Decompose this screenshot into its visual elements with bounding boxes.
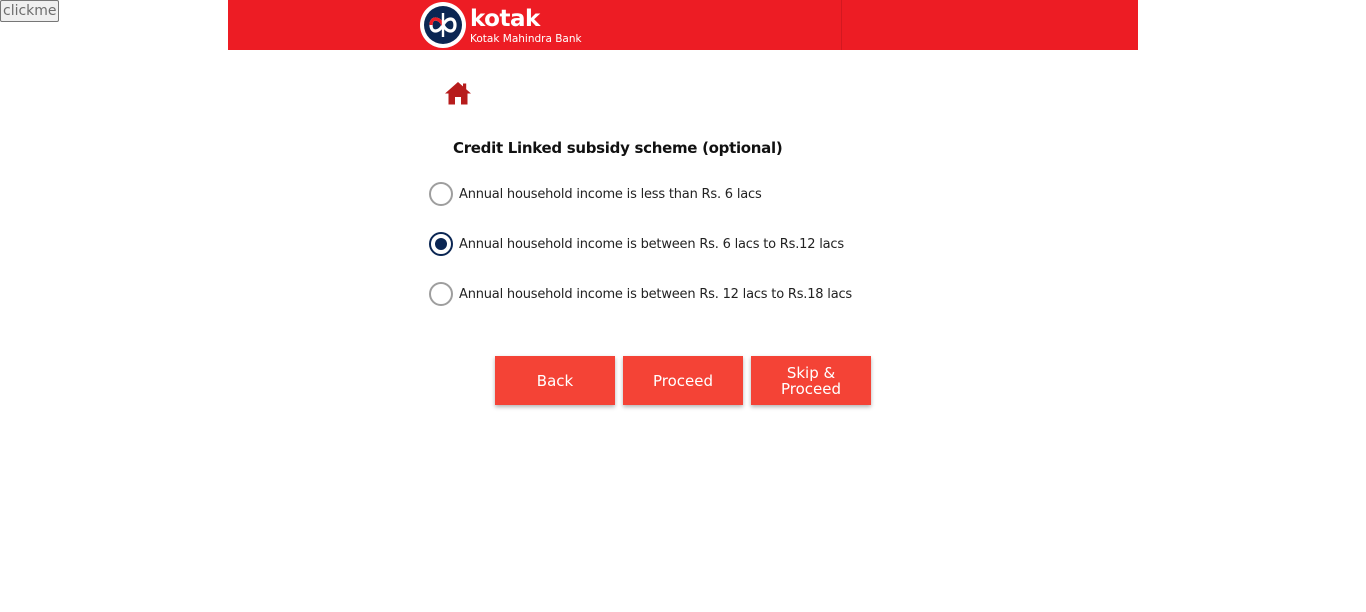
option-label: Annual household income is less than Rs.… <box>459 186 762 202</box>
income-option-6-to-12[interactable]: Annual household income is between Rs. 6… <box>429 232 844 256</box>
logo-subtitle: Kotak Mahindra Bank <box>470 32 582 45</box>
income-option-12-to-18[interactable]: Annual household income is between Rs. 1… <box>429 282 852 306</box>
skip-and-proceed-button[interactable]: Skip & Proceed <box>751 356 871 405</box>
radio-6-to-12[interactable] <box>429 232 453 256</box>
back-button[interactable]: Back <box>495 356 615 405</box>
header-bar <box>228 0 1138 50</box>
proceed-button[interactable]: Proceed <box>623 356 743 405</box>
logo-word: kotak <box>470 5 540 32</box>
skip-label-line2: Proceed <box>780 379 842 398</box>
skip-label-line1: Skip & <box>786 363 836 382</box>
header-divider <box>841 0 842 50</box>
radio-12-to-18[interactable] <box>429 282 453 306</box>
kotak-logo-mark-icon <box>420 2 466 48</box>
clickme-button[interactable]: clickme <box>0 0 59 22</box>
radio-less-than-6[interactable] <box>429 182 453 206</box>
option-label: Annual household income is between Rs. 6… <box>459 236 844 252</box>
income-option-less-than-6[interactable]: Annual household income is less than Rs.… <box>429 182 762 206</box>
page-title: Credit Linked subsidy scheme (optional) <box>453 139 783 157</box>
kotak-logo[interactable]: kotak Kotak Mahindra Bank <box>420 2 582 48</box>
home-icon[interactable] <box>444 80 472 106</box>
option-label: Annual household income is between Rs. 1… <box>459 286 852 302</box>
